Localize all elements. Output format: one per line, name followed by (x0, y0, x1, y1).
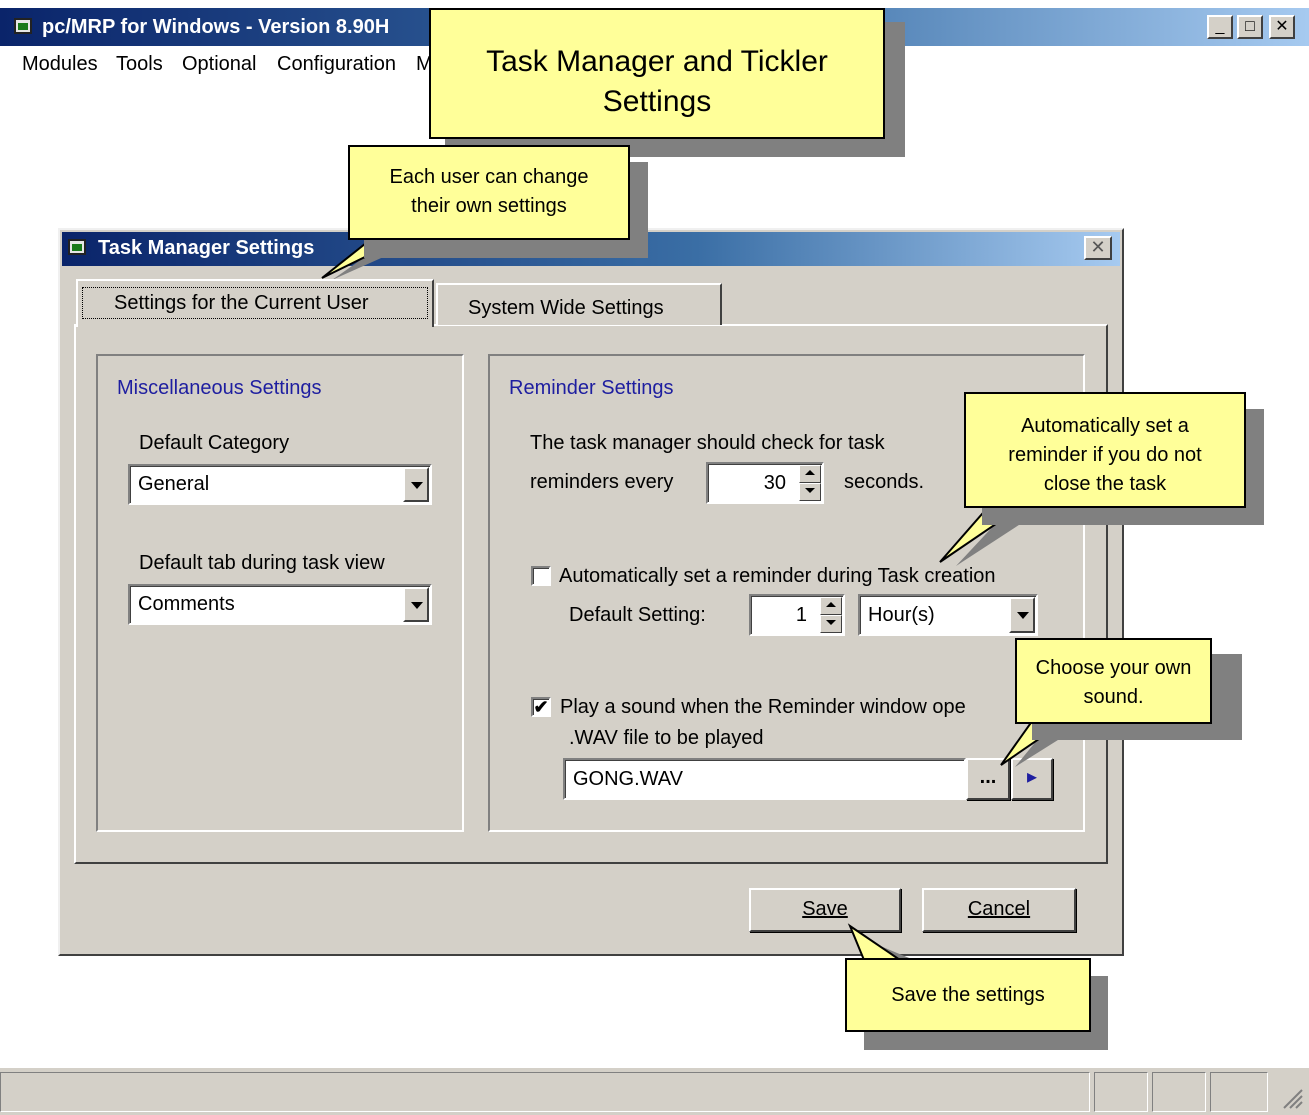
menu-modules[interactable]: Modules (22, 53, 98, 76)
tab-current-user[interactable]: Settings for the Current User (76, 279, 434, 327)
chevron-down-icon[interactable] (403, 467, 429, 502)
dialog-close-button[interactable]: ✕ (1084, 236, 1112, 260)
check-interval-text-1: The task manager should check for task (530, 432, 885, 454)
user-callout-line2: their own settings (411, 195, 567, 217)
default-tab-label: Default tab during task view (139, 552, 385, 574)
save-callout: Save the settings (845, 958, 1091, 1032)
header-callout-line2: Settings (602, 85, 712, 118)
dialog-icon (68, 239, 86, 255)
tab-system-wide-label: System Wide Settings (468, 297, 664, 319)
tab-current-user-label: Settings for the Current User (114, 292, 369, 314)
resize-grip-icon[interactable] (1280, 1086, 1304, 1110)
status-pane-2 (1152, 1072, 1206, 1112)
sound-callout: Choose your own sound. (1015, 638, 1212, 724)
wav-file-value: GONG.WAV (573, 768, 683, 790)
play-sound-label: Play a sound when the Reminder window op… (560, 696, 966, 718)
spin-down-icon[interactable] (799, 483, 821, 501)
dialog-title: Task Manager Settings (98, 237, 315, 259)
auto-callout: Automatically set a reminder if you do n… (964, 392, 1246, 508)
status-bar (0, 1066, 1309, 1115)
app-title: pc/MRP for Windows - Version 8.90H (42, 16, 390, 38)
default-tab-select[interactable]: Comments (128, 584, 432, 625)
chevron-down-icon[interactable] (1009, 597, 1035, 633)
menu-configuration[interactable]: Configuration (277, 53, 396, 76)
auto-callout-line1: Automatically set a (1021, 415, 1189, 437)
spin-down-icon[interactable] (820, 615, 842, 633)
menu-tools[interactable]: Tools (116, 53, 163, 76)
menu-optional[interactable]: Optional (182, 53, 257, 76)
spin-up-icon[interactable] (799, 465, 821, 483)
user-callout: Each user can change their own settings (348, 145, 630, 240)
default-setting-unit-select[interactable]: Hour(s) (858, 594, 1038, 636)
auto-callout-line3: close the task (1043, 473, 1167, 495)
header-callout: Task Manager and Tickler Settings (429, 8, 885, 139)
save-callout-text: Save the settings (891, 984, 1045, 1006)
check-interval-suffix: seconds. (844, 471, 925, 493)
wav-file-label: .WAV file to be played (569, 727, 764, 749)
reminder-settings-title: Reminder Settings (509, 377, 674, 399)
status-pane-main (0, 1072, 1090, 1112)
minimize-button[interactable]: _ (1207, 15, 1233, 39)
default-category-select[interactable]: General (128, 464, 432, 505)
check-interval-spinner[interactable]: 30 (706, 462, 824, 504)
user-callout-line1: Each user can change (389, 166, 589, 188)
default-setting-value: 1 (795, 604, 807, 626)
close-button[interactable]: ✕ (1269, 15, 1295, 39)
check-interval-value: 30 (763, 472, 786, 494)
sound-callout-line1: Choose your own (1035, 657, 1192, 679)
status-pane-3 (1210, 1072, 1268, 1112)
auto-callout-line2: reminder if you do not (1008, 444, 1202, 466)
maximize-button[interactable]: □ (1237, 15, 1263, 39)
play-sound-checkbox[interactable]: ✔ (531, 697, 551, 717)
cancel-button-label: Cancel (967, 898, 1031, 920)
default-setting-unit-value: Hour(s) (868, 604, 935, 626)
default-setting-spinner[interactable]: 1 (749, 594, 845, 636)
save-button-label: Save (802, 898, 848, 920)
default-tab-value: Comments (138, 593, 235, 615)
wav-file-input[interactable]: GONG.WAV (563, 758, 966, 800)
auto-reminder-checkbox[interactable] (531, 566, 551, 586)
header-callout-line1: Task Manager and Tickler (486, 45, 828, 78)
chevron-down-icon[interactable] (403, 587, 429, 622)
default-setting-label: Default Setting: (569, 604, 706, 626)
misc-settings-title: Miscellaneous Settings (117, 377, 322, 399)
tab-system-wide[interactable]: System Wide Settings (436, 283, 722, 325)
default-category-label: Default Category (139, 432, 290, 454)
spin-up-icon[interactable] (820, 597, 842, 615)
status-pane-1 (1094, 1072, 1148, 1112)
app-icon (14, 18, 32, 34)
sound-callout-line2: sound. (1083, 686, 1144, 708)
check-interval-text-2: reminders every (530, 471, 674, 493)
default-category-value: General (138, 473, 210, 495)
